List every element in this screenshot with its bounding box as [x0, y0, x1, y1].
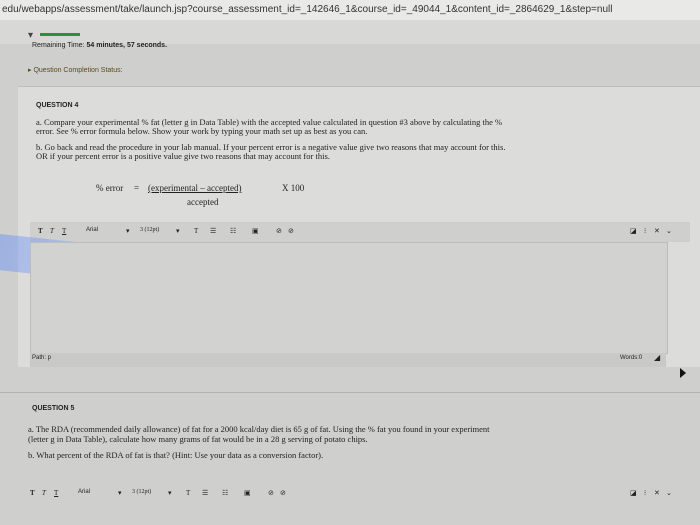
fullscreen-icon[interactable]: ✕	[654, 489, 660, 497]
unlink-icon[interactable]: ⊘	[288, 227, 294, 235]
expand-icon[interactable]: ▸	[28, 67, 32, 74]
remaining-time-value: 54 minutes, 57 seconds.	[86, 42, 168, 49]
font-family-chevron-icon[interactable]: ▾	[126, 227, 130, 235]
word-count: Words:0	[620, 355, 643, 361]
collapse-toolbar-icon[interactable]: ⌄	[666, 227, 672, 235]
chevron-down-icon[interactable]: ▾	[28, 30, 33, 41]
question-5-heading: QUESTION 5	[32, 405, 75, 412]
formula-left: % error	[96, 183, 124, 193]
collapse-toolbar-icon[interactable]: ⌄	[666, 489, 672, 497]
font-size-chevron-icon[interactable]: ▾	[176, 227, 180, 235]
insert-content-icon[interactable]: ▣	[244, 489, 251, 497]
font-size-select[interactable]: 3 (12pt)	[140, 227, 159, 233]
url-bar[interactable]: edu/webapps/assessment/take/launch.jsp?c…	[0, 0, 700, 20]
numbered-list-icon[interactable]: ☷	[222, 489, 228, 497]
question-divider	[0, 392, 700, 393]
assessment-header	[0, 20, 700, 44]
link-icon[interactable]: ⊘	[268, 489, 274, 497]
q4-line-b2: OR if your percent error is a positive v…	[36, 151, 330, 161]
italic-button[interactable]: T	[50, 227, 54, 235]
progress-accent	[40, 33, 80, 36]
bullet-list-icon[interactable]: ☰	[210, 227, 216, 235]
question-completion-status[interactable]: ▸ Question Completion Status:	[28, 66, 123, 74]
underline-button[interactable]: T	[62, 227, 66, 235]
remaining-time: Remaining Time: 54 minutes, 57 seconds.	[32, 42, 167, 49]
answer-editor-q4[interactable]	[30, 242, 668, 354]
text-color-button[interactable]: T	[194, 227, 198, 235]
font-family-select[interactable]: Arial	[78, 489, 90, 495]
q5-line-a2: (letter g in Data Table), calculate how …	[28, 434, 368, 444]
numbered-list-icon[interactable]: ☷	[230, 227, 236, 235]
more-tools-icon[interactable]: ⁝	[644, 227, 646, 235]
q4-line-a2: error. See % error formula below. Show y…	[36, 126, 368, 136]
font-family-chevron-icon[interactable]: ▾	[118, 489, 122, 497]
q5-line-b1: b. What percent of the RDA of fat is tha…	[28, 450, 324, 460]
link-icon[interactable]: ⊘	[276, 227, 282, 235]
question-4-heading: QUESTION 4	[36, 102, 79, 109]
completion-status-label: Question Completion Status:	[33, 67, 123, 74]
fullscreen-icon[interactable]: ✕	[654, 227, 660, 235]
unlink-icon[interactable]: ⊘	[280, 489, 286, 497]
editor-toolbar-q5: T T T Arial ▾ 3 (12pt) ▾ T ☰ ☷ ▣ ⊘ ⊘ ◪ ⁝…	[30, 484, 690, 504]
underline-button[interactable]: T	[54, 489, 58, 497]
formula-denominator: accepted	[187, 197, 219, 207]
bold-button[interactable]: T	[38, 227, 43, 235]
font-size-chevron-icon[interactable]: ▾	[168, 489, 172, 497]
formula-multiplier: X 100	[282, 183, 305, 193]
editor-path: Path: p	[32, 355, 52, 361]
q5-line-a1: a. The RDA (recommended daily allowance)…	[28, 424, 490, 434]
text-color-button[interactable]: T	[186, 489, 190, 497]
remaining-time-label: Remaining Time:	[32, 42, 85, 49]
bullet-list-icon[interactable]: ☰	[202, 489, 208, 497]
spellcheck-icon[interactable]: ◪	[630, 489, 637, 497]
insert-content-icon[interactable]: ▣	[252, 227, 259, 235]
editor-status-bar: Path: p Words:0 ◢	[30, 353, 666, 367]
resize-handle-icon[interactable]: ◢	[654, 353, 660, 362]
italic-button[interactable]: T	[42, 489, 46, 497]
font-family-select[interactable]: Arial	[86, 227, 98, 233]
more-tools-icon[interactable]: ⁝	[644, 489, 646, 497]
mouse-cursor-icon	[680, 368, 686, 378]
spellcheck-icon[interactable]: ◪	[630, 227, 637, 235]
formula-numerator: (experimental – accepted)	[148, 183, 242, 193]
bold-button[interactable]: T	[30, 489, 35, 497]
font-size-select[interactable]: 3 (12pt)	[132, 489, 151, 495]
formula-equals: =	[134, 183, 140, 193]
editor-toolbar: T T T Arial ▾ 3 (12pt) ▾ T ☰ ☷ ▣ ⊘ ⊘ ◪ ⁝…	[30, 222, 690, 242]
